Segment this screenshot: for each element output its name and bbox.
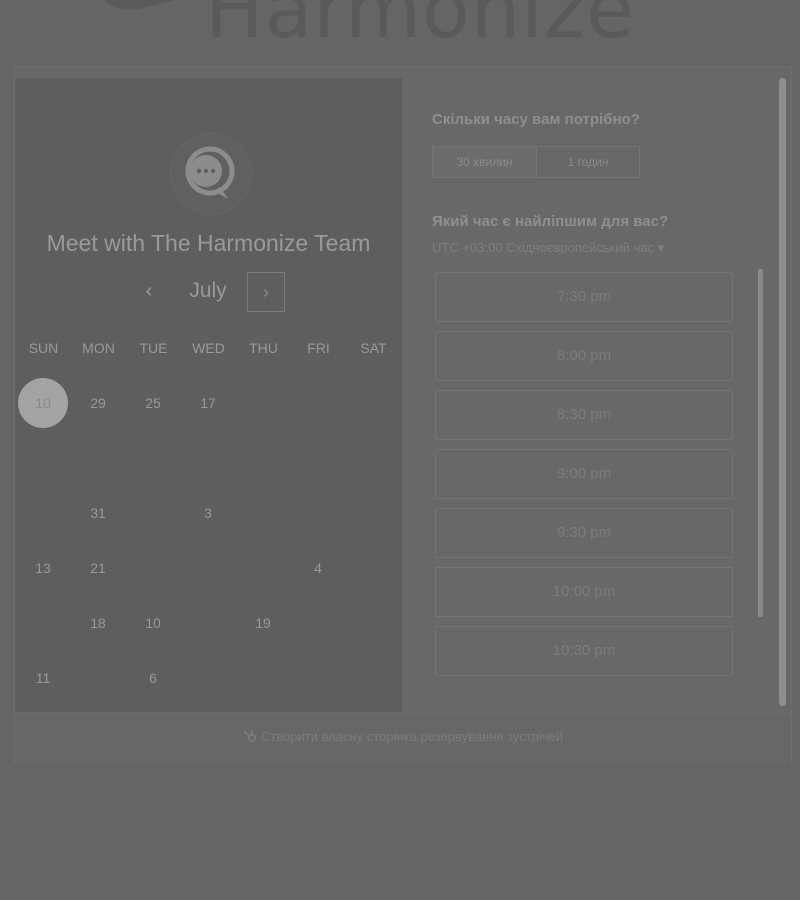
time-slot[interactable]: 10:30 pm [435,626,733,676]
weekday-sat: SAT [360,340,387,356]
page-scrollbar[interactable] [779,78,786,706]
date-cell[interactable]: 21 [73,543,123,593]
selected-date-cell[interactable]: 10 [18,378,68,428]
time-slot-scrollbar[interactable] [758,269,763,617]
date-cell[interactable]: 17 [183,378,233,428]
footer: Створити власну сторінка резервування зу… [15,713,791,764]
avatar [170,133,252,215]
brand-header: Harmonize [95,0,735,40]
hubspot-sprocket-icon [243,730,256,743]
weekday-header: SUN MON TUE WED THU FRI SAT [15,340,402,360]
time-slot[interactable]: 8:00 pm [435,331,733,381]
date-cell[interactable]: 31 [73,488,123,538]
weekday-fri: FRI [307,340,330,356]
brand-name: Harmonize [205,0,635,40]
weekday-thu: THU [249,340,278,356]
time-slot[interactable]: 8:30 pm [435,390,733,440]
weekday-mon: MON [82,340,115,356]
date-cell[interactable]: 25 [128,378,178,428]
chevron-down-icon: ▾ [657,240,665,255]
timezone-label: UTC +03:00 Східноєвропейський час [432,240,654,255]
duration-selector: 30 хвилин 1 годин [432,146,640,178]
duration-option-30min[interactable]: 30 хвилин [433,147,537,177]
booking-card: Meet with The Harmonize Team ‹ July › SU… [14,66,792,764]
time-slot[interactable]: 7:30 pm [435,272,733,322]
duration-option-1hour[interactable]: 1 годин [537,147,639,177]
month-label: July [189,279,227,302]
meeting-title: Meet with The Harmonize Team [46,230,371,256]
weekday-sun: SUN [28,340,59,356]
chat-bubble-icon [185,146,235,199]
date-cell[interactable]: 13 [18,543,68,593]
create-booking-page-text: Створити власну сторінка резервування зу… [260,729,564,744]
date-cell[interactable]: 4 [293,543,343,593]
time-panel: Скільки часу вам потрібно? 30 хвилин 1 г… [402,67,791,712]
date-cell[interactable]: 19 [238,598,288,648]
timezone-dropdown[interactable]: UTC +03:00 Східноєвропейський час ▾ [432,240,664,256]
prev-month-button[interactable]: ‹ [133,276,165,308]
date-cell[interactable]: 11 [18,653,68,703]
time-slot-list: 7:30 pm 8:00 pm 8:30 pm 9:00 pm 9:30 pm 10:00… [435,272,735,677]
time-slot[interactable]: 10:00 pm [435,567,733,617]
time-slot[interactable]: 9:30 pm [435,508,733,558]
date-cell[interactable]: 10 [128,598,178,648]
date-cell[interactable]: 6 [128,653,178,703]
duration-question: Скільки часу вам потрібно? [432,111,640,128]
brand-logo-icon [104,0,175,10]
date-cell[interactable]: 3 [183,488,233,538]
create-booking-page-link[interactable]: Створити власну сторінка резервування зу… [15,729,791,744]
time-question: Який час є найліпшим для вас? [432,213,669,230]
weekday-tue: TUE [139,340,168,356]
date-cell[interactable]: 29 [73,378,123,428]
month-navigation: ‹ July › [15,270,402,314]
calendar-panel: Meet with The Harmonize Team ‹ July › SU… [15,78,402,712]
weekday-wed: WED [192,340,225,356]
next-month-button[interactable]: › [247,272,285,312]
date-cell[interactable]: 18 [73,598,123,648]
time-slot[interactable]: 9:00 pm [435,449,733,499]
